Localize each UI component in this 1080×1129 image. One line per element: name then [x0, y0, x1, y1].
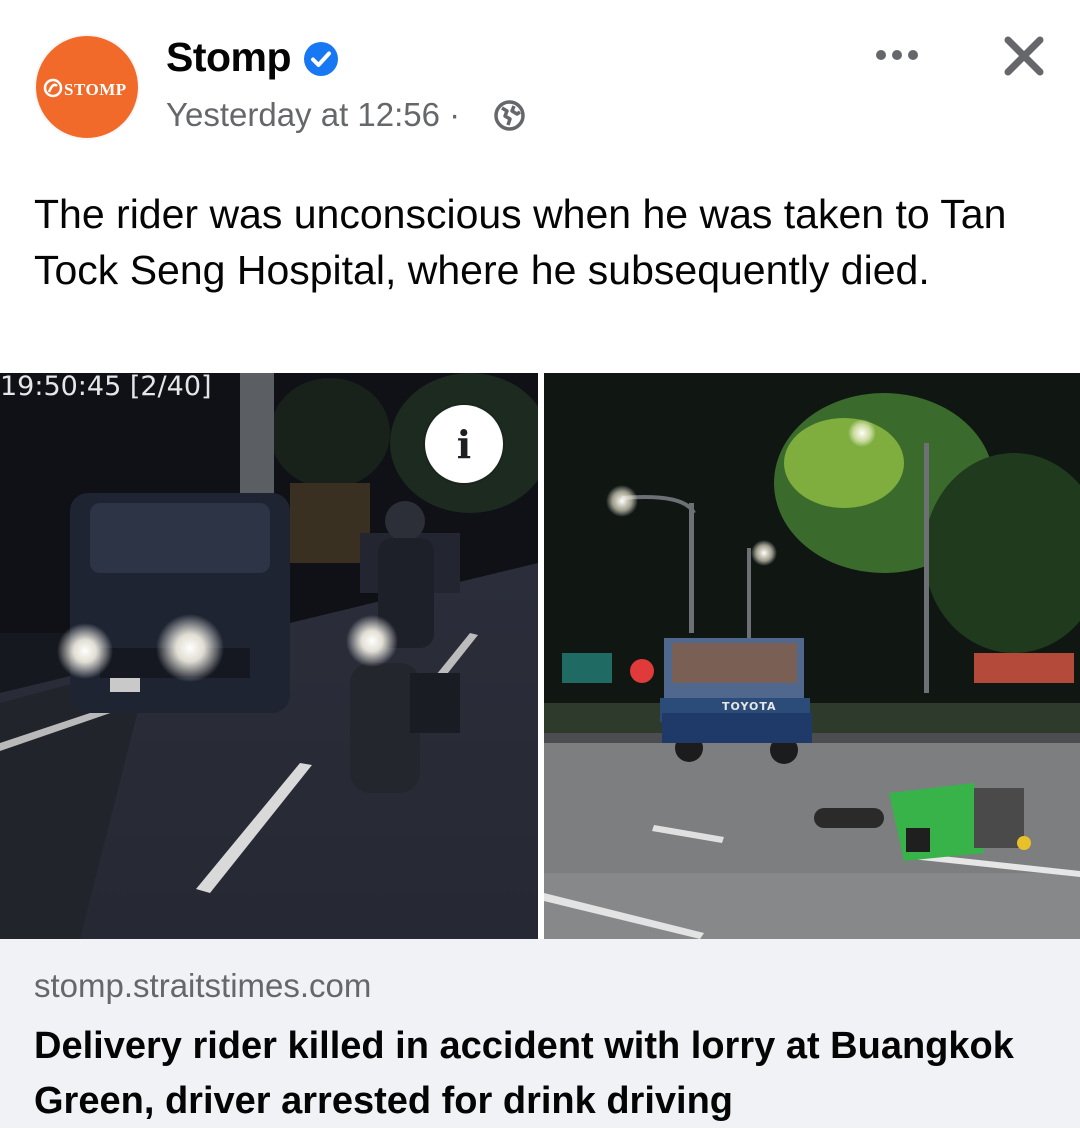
accident-scene-illustration [544, 373, 1080, 939]
photo-accident-scene[interactable]: TOYOTA [544, 373, 1080, 939]
page-name[interactable]: Stomp [166, 34, 292, 81]
stomp-logo-icon [43, 78, 63, 98]
verified-badge-icon [304, 42, 338, 76]
lorry-brand-text: TOYOTA [722, 700, 777, 713]
meta-separator: · [449, 96, 461, 133]
globe-icon [494, 100, 525, 131]
post-meta: Yesterday at 12:56 · [166, 96, 460, 134]
dashcam-timestamp: 19:50:45 [2/40] [0, 373, 212, 402]
info-icon: i [456, 421, 472, 467]
post-header: STOMP Stomp Yesterday at 12:56 · [0, 0, 1080, 160]
post-media[interactable]: 19:50:45 [2/40] TOYOTA i [0, 373, 1080, 939]
page-avatar[interactable]: STOMP [34, 34, 140, 140]
link-headline[interactable]: Delivery rider killed in accident with l… [34, 1019, 1054, 1129]
post-timestamp[interactable]: Yesterday at 12:56 [166, 96, 440, 133]
post-text: The rider was unconscious when he was ta… [34, 191, 1007, 293]
link-preview-card[interactable]: stomp.straitstimes.com Delivery rider ki… [0, 939, 1080, 1128]
info-button[interactable]: i [425, 405, 503, 483]
link-domain: stomp.straitstimes.com [34, 967, 372, 1004]
more-options-icon[interactable] [872, 40, 922, 70]
close-icon[interactable] [1000, 32, 1048, 80]
avatar-logo-text: STOMP [64, 80, 127, 99]
